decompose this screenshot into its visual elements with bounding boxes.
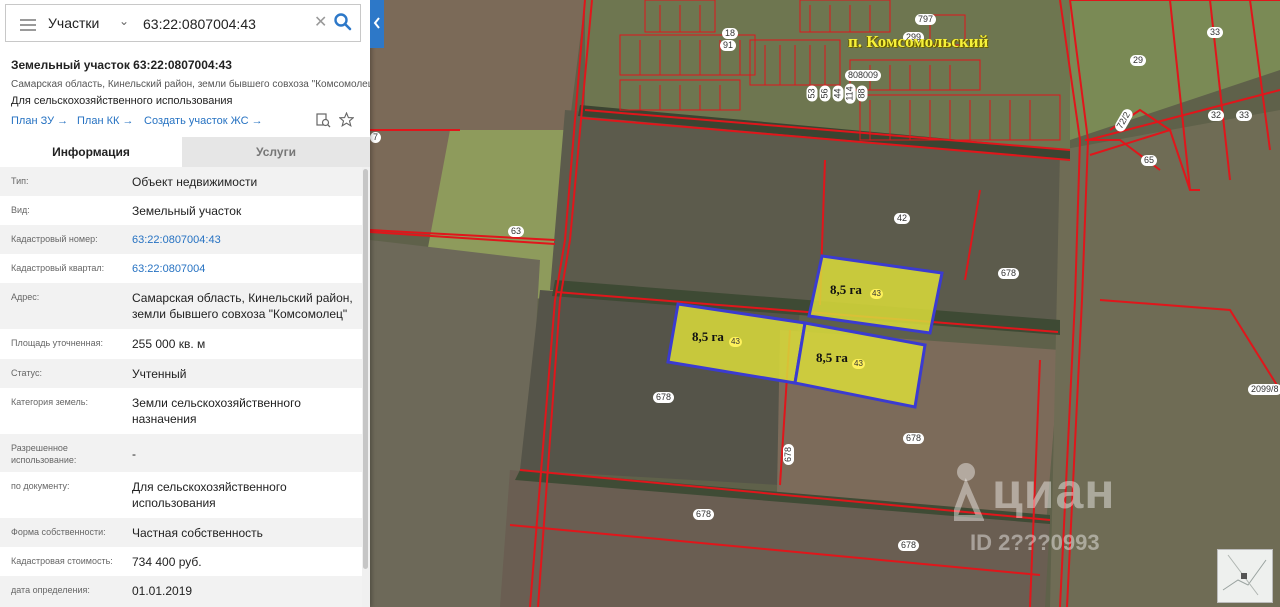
row-value: 255 000 кв. м [132,337,206,351]
parcel-label: 7 [370,132,382,143]
row-label: Статус: [11,368,42,378]
parcel-label: 678 [783,443,795,466]
row-label: по документу: [11,481,70,491]
table-row: Тип: Объект недвижимости [0,167,362,196]
plot-number-badge: 43 [870,289,883,299]
cadastral-map[interactable]: 63 42 678 678 678 678 678 678 797 299 29… [370,0,1280,607]
row-value: Самарская область, Кинельский район, зем… [132,291,353,321]
table-row: Разрешенное использование: - [0,434,362,472]
row-label: Адрес: [11,292,40,302]
row-label: Кадастровая стоимость: [11,556,113,566]
tabs: Информация Услуги [0,137,370,167]
row-label: Кадастровый квартал: [11,263,105,273]
row-label: дата определения: [11,585,90,595]
parcel-label: 797 [915,14,937,25]
parcel-label: 53 [806,85,818,102]
parcel-label: 33 [1236,110,1253,121]
table-row: по документу: Для сельскохозяйственного … [0,472,362,518]
parcel-label: 114 [844,83,856,104]
scrollbar-thumb[interactable] [363,169,368,569]
cian-logo-icon [954,463,984,521]
row-value: Частная собственность [132,526,263,540]
plot-area-label: 8,5 га [830,282,862,297]
table-row: Статус: Учтенный [0,359,362,388]
object-use: Для сельскохозяйственного использования [11,95,233,107]
table-row: Категория земель: Земли сельскохозяйстве… [0,388,362,434]
chevron-down-icon[interactable]: ⌄ [119,14,129,28]
cadastral-quarter-link[interactable]: 63:22:0807004 [132,261,362,277]
parcel-label: 678 [998,268,1020,279]
row-label: Площадь уточненная: [11,338,103,348]
parcel-label: 63 [508,226,525,237]
chevron-left-icon [373,17,380,29]
menu-icon[interactable] [20,19,36,31]
table-row: дата определения: 01.01.2019 [0,576,362,607]
minimap[interactable] [1217,549,1273,603]
table-row: Форма собственности: Частная собственнос… [0,518,362,547]
parcel-label: 808009 [845,70,882,81]
plot-area-label: 8,5 га [816,350,848,365]
cadastral-number-link[interactable]: 63:22:0807004:43 [132,232,362,248]
row-value: Учтенный [132,367,187,381]
parcel-label: 42 [894,213,911,224]
parcel-label: 56 [819,85,831,102]
row-value: 734 400 руб. [132,555,202,569]
object-address: Самарская область, Кинельский район, зем… [11,79,370,90]
parcel-label: 65 [1141,155,1158,166]
plot-number-badge: 43 [729,337,742,347]
row-label: Форма собственности: [11,527,106,537]
parcel-label: 678 [693,509,715,520]
watermark-id: ID 2???0993 [970,530,1100,555]
parcel-label: 44 [832,85,844,102]
parcel-label: 2099/8 [1248,384,1280,395]
row-value: Объект недвижимости [132,175,258,189]
plan-kk-link[interactable]: План КК → [77,115,133,127]
info-panel: Участки ⌄ ✕ Земельный участок 63:22:0807… [0,0,370,607]
row-value: Земельный участок [132,204,242,218]
search-box: Участки ⌄ ✕ [5,4,361,42]
table-row: Площадь уточненная: 255 000 кв. м [0,329,362,359]
row-label: Разрешенное использование: [11,443,77,465]
row-label: Категория земель: [11,397,88,407]
create-plot-link[interactable]: Создать участок ЖС → [144,115,263,127]
tab-information[interactable]: Информация [0,137,182,167]
parcel-label: 678 [653,392,675,403]
row-label: Вид: [11,205,30,215]
close-icon[interactable]: ✕ [314,12,327,32]
table-row: Кадастровый квартал: 63:22:0807004 [0,254,362,283]
star-icon[interactable] [339,112,354,127]
parcel-label: 678 [903,433,925,444]
parcel-label: 33 [1207,27,1224,38]
search-icon[interactable] [333,12,353,32]
row-value: Для сельскохозяйственного использования [132,480,287,510]
table-row: Кадастровый номер: 63:22:0807004:43 [0,225,362,254]
object-title: Земельный участок 63:22:0807004:43 [11,58,232,72]
table-row: Кадастровая стоимость: 734 400 руб. [0,547,362,576]
parcel-label: 91 [720,40,737,51]
settlement-label: п. Комсомольский [848,32,989,51]
row-value: 01.01.2019 [132,584,193,598]
plot-number-badge: 43 [852,359,865,369]
panel-scrollbar[interactable] [362,167,370,607]
parcel-label: 29 [1130,55,1147,66]
tab-services[interactable]: Услуги [182,137,370,167]
row-value: Земли сельскохозяйственного назначения [132,396,301,426]
parcel-label: 678 [898,540,920,551]
document-search-icon[interactable] [316,113,331,128]
collapse-panel-button[interactable] [370,0,384,48]
plot-area-label: 8,5 га [692,329,724,344]
parcel-label: 18 [722,28,739,39]
parcel-label: 32 [1208,110,1225,121]
watermark-text: циан [992,463,1116,519]
search-input[interactable] [141,11,320,37]
search-bar: Участки ⌄ ✕ [0,0,370,48]
row-label: Кадастровый номер: [11,234,98,244]
table-row: Адрес: Самарская область, Кинельский рай… [0,283,362,329]
plan-zu-link[interactable]: План ЗУ → [11,115,68,127]
row-label: Тип: [11,176,29,186]
minimap-icon [1222,554,1267,596]
table-row: Вид: Земельный участок [0,196,362,225]
row-value: - [132,447,136,461]
parcel-label: 88 [856,85,868,102]
